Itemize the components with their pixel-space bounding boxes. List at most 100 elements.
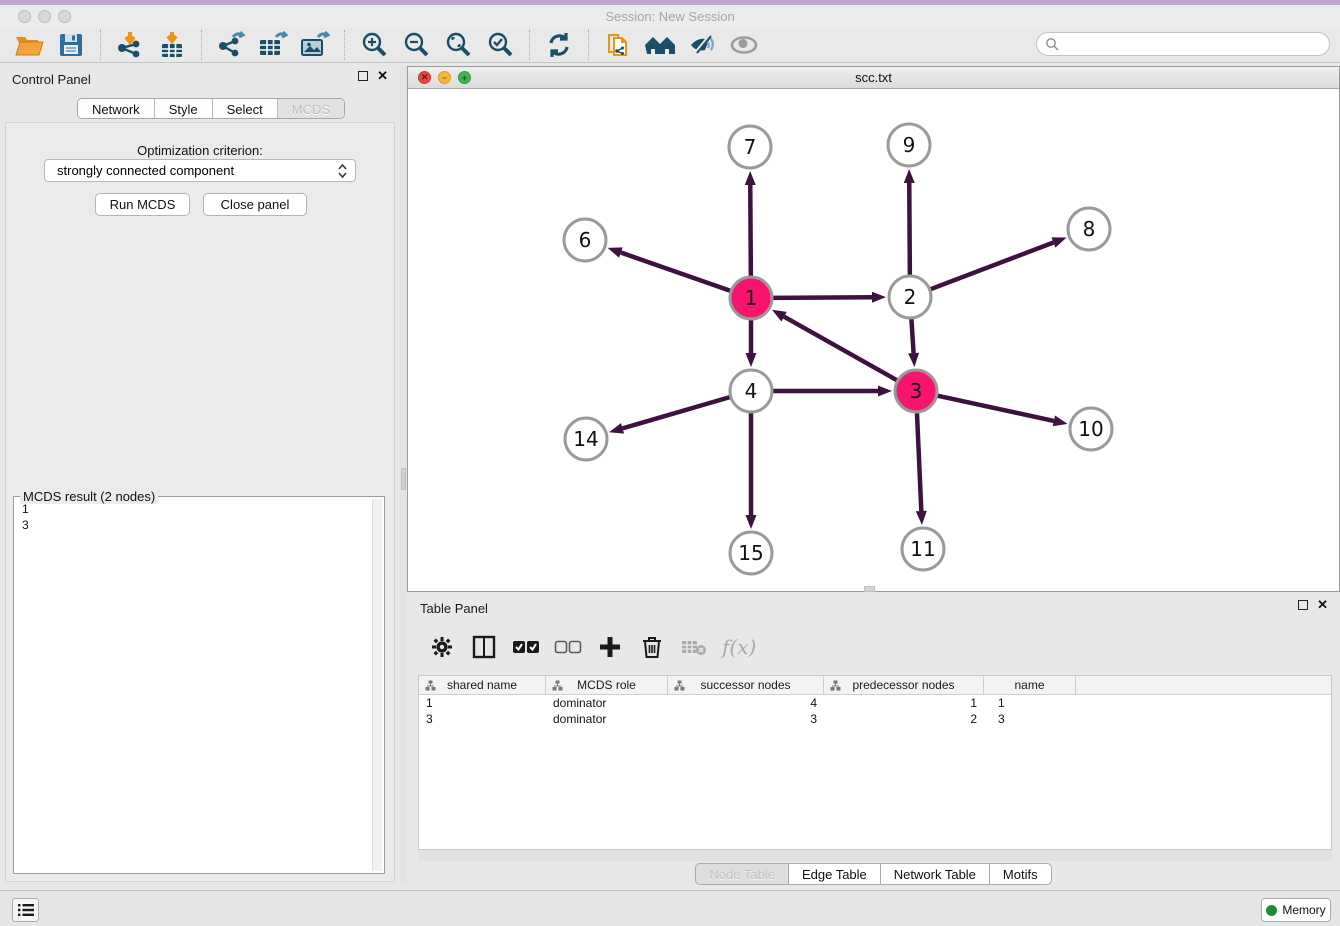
close-panel-button[interactable]: Close panel xyxy=(203,193,307,216)
import-network-icon[interactable] xyxy=(112,29,148,61)
graph-edge-3-1 xyxy=(784,317,897,381)
float-panel-icon[interactable] xyxy=(358,71,368,81)
unselect-all-columns-icon[interactable] xyxy=(554,633,582,661)
node-table: shared name MCDS role successor nodes pr… xyxy=(418,675,1332,850)
column-type-icon xyxy=(674,680,685,691)
column-type-icon xyxy=(425,680,436,691)
export-image-icon[interactable] xyxy=(297,29,333,61)
tab-motifs[interactable]: Motifs xyxy=(990,863,1052,885)
graph-node-label: 14 xyxy=(573,427,598,451)
graph-node-label: 1 xyxy=(745,286,758,310)
graph-arrowhead xyxy=(609,423,624,434)
create-column-icon[interactable] xyxy=(596,633,624,661)
graph-arrowhead xyxy=(916,511,927,525)
maximize-network-icon[interactable]: + xyxy=(458,71,471,84)
mcds-panel: Optimization criterion: strongly connect… xyxy=(5,122,395,882)
import-table-icon[interactable] xyxy=(154,29,190,61)
status-bar: Memory xyxy=(0,890,1340,926)
zoom-window-button[interactable] xyxy=(58,10,71,23)
cell-mcds-role[interactable]: dominator xyxy=(546,695,668,711)
minimize-network-icon[interactable]: − xyxy=(438,71,451,84)
control-panel-tabs: Network Style Select MCDS xyxy=(77,98,345,119)
network-canvas[interactable]: 7968124314101511 xyxy=(408,89,1339,591)
graph-node-label: 8 xyxy=(1083,217,1096,241)
mcds-result-box: MCDS result (2 nodes) 1 3 xyxy=(13,496,385,874)
zoom-in-icon[interactable] xyxy=(356,29,392,61)
open-session-icon[interactable] xyxy=(11,29,47,61)
table-row[interactable]: 1 dominator 4 1 1 xyxy=(419,695,1331,711)
tab-edge-table[interactable]: Edge Table xyxy=(789,863,881,885)
delete-columns-icon[interactable] xyxy=(638,633,666,661)
cell-name[interactable]: 3 xyxy=(984,711,1076,727)
toolbar-separator xyxy=(529,30,530,60)
cell-successor-nodes[interactable]: 3 xyxy=(668,711,824,727)
minimize-window-button[interactable] xyxy=(38,10,51,23)
mcds-result-text[interactable]: 1 3 xyxy=(16,501,371,871)
cell-successor-nodes[interactable]: 4 xyxy=(668,695,824,711)
export-network-icon[interactable] xyxy=(213,29,249,61)
cell-shared-name[interactable]: 1 xyxy=(419,695,546,711)
table-toolbar: f(x) xyxy=(418,625,1332,669)
search-input[interactable] xyxy=(1059,37,1329,52)
result-scrollbar[interactable] xyxy=(372,499,382,871)
apply-function-icon[interactable]: f(x) xyxy=(722,635,756,659)
network-window-titlebar[interactable]: ✕ − + scc.txt xyxy=(408,67,1339,89)
export-table-icon[interactable] xyxy=(255,29,291,61)
table-type-tabs: Node Table Edge Table Network Table Moti… xyxy=(407,863,1340,885)
table-horizontal-scrollbar[interactable] xyxy=(418,850,1332,861)
network-canvas-svg: 7968124314101511 xyxy=(408,89,1339,591)
tab-mcds[interactable]: MCDS xyxy=(277,99,344,118)
optimization-criterion-select[interactable]: strongly connected component xyxy=(44,159,356,182)
zoom-out-icon[interactable] xyxy=(398,29,434,61)
float-table-panel-icon[interactable] xyxy=(1298,600,1308,610)
show-column-panel-icon[interactable] xyxy=(470,633,498,661)
tab-network[interactable]: Network xyxy=(78,99,154,118)
cell-shared-name[interactable]: 3 xyxy=(419,711,546,727)
column-header-mcds-role[interactable]: MCDS role xyxy=(546,676,668,694)
column-type-icon xyxy=(552,680,563,691)
column-header-successor-nodes[interactable]: successor nodes xyxy=(668,676,824,694)
cell-mcds-role[interactable]: dominator xyxy=(546,711,668,727)
close-network-icon[interactable]: ✕ xyxy=(418,71,431,84)
hide-selected-eye-icon[interactable] xyxy=(684,29,720,61)
close-panel-icon[interactable]: ✕ xyxy=(377,71,388,81)
tab-network-table[interactable]: Network Table xyxy=(881,863,990,885)
save-session-icon[interactable] xyxy=(53,29,89,61)
cell-predecessor-nodes[interactable]: 1 xyxy=(824,695,984,711)
refresh-view-icon[interactable] xyxy=(541,29,577,61)
column-header-name[interactable]: name xyxy=(984,676,1076,694)
titlebar: Session: New Session xyxy=(0,5,1340,27)
table-row[interactable]: 3 dominator 3 2 3 xyxy=(419,711,1331,727)
tab-select[interactable]: Select xyxy=(212,99,277,118)
graph-arrowhead xyxy=(872,292,886,303)
select-all-columns-icon[interactable] xyxy=(512,633,540,661)
table-options-gear-icon[interactable] xyxy=(428,633,456,661)
task-history-button[interactable] xyxy=(12,898,39,922)
column-header-predecessor-nodes[interactable]: predecessor nodes xyxy=(824,676,984,694)
run-mcds-button[interactable]: Run MCDS xyxy=(95,193,190,216)
show-all-eye-icon[interactable] xyxy=(726,29,762,61)
clone-network-icon[interactable] xyxy=(600,29,636,61)
zoom-selected-icon[interactable] xyxy=(482,29,518,61)
zoom-fit-icon[interactable] xyxy=(440,29,476,61)
graph-edge-1-7 xyxy=(750,185,751,276)
graph-edge-2-3 xyxy=(911,319,913,353)
column-header-shared-name[interactable]: shared name xyxy=(419,676,546,694)
panel-splitter[interactable] xyxy=(400,66,407,886)
close-window-button[interactable] xyxy=(18,10,31,23)
window-resize-handle[interactable] xyxy=(864,586,875,592)
close-table-panel-icon[interactable]: ✕ xyxy=(1317,600,1328,610)
tab-node-table[interactable]: Node Table xyxy=(695,863,789,885)
splitter-grip[interactable] xyxy=(401,468,406,490)
tab-style[interactable]: Style xyxy=(154,99,212,118)
search-box[interactable] xyxy=(1036,32,1330,56)
table-header-row: shared name MCDS role successor nodes pr… xyxy=(419,676,1331,695)
window-title: Session: New Session xyxy=(0,9,1340,24)
home-view-icon[interactable] xyxy=(642,29,678,61)
graph-node-label: 15 xyxy=(738,541,763,565)
cell-predecessor-nodes[interactable]: 2 xyxy=(824,711,984,727)
cell-name[interactable]: 1 xyxy=(984,695,1076,711)
memory-button[interactable]: Memory xyxy=(1261,898,1331,922)
delete-table-icon[interactable] xyxy=(680,633,708,661)
graph-node-label: 11 xyxy=(910,537,935,561)
